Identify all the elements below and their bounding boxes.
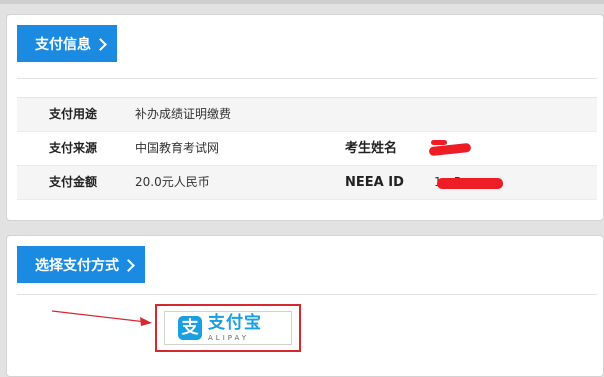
- annotation-arrow-icon: [51, 310, 152, 326]
